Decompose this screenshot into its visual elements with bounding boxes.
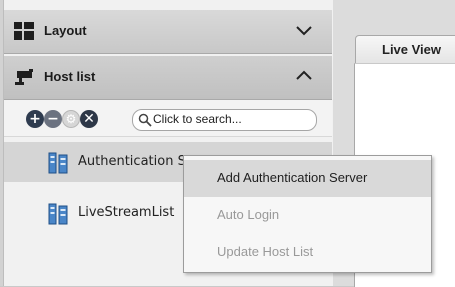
camera-icon	[15, 69, 33, 85]
app-window: Layout Host list + − ⚙ ✕ Click to search…	[0, 0, 455, 287]
layout-section-label: Layout	[44, 23, 87, 38]
host-list-section-label: Host list	[44, 69, 96, 84]
grid-icon	[14, 22, 34, 40]
menu-item-update-host-list[interactable]: Update Host List	[184, 234, 431, 271]
close-icon[interactable]: ✕	[80, 110, 98, 128]
server-icon	[48, 203, 68, 225]
search-icon	[138, 113, 152, 127]
tab-label: Live View	[382, 42, 442, 57]
chevron-down-icon[interactable]	[296, 24, 312, 36]
layout-section-header[interactable]: Layout	[4, 10, 332, 54]
menu-item-auto-login[interactable]: Auto Login	[184, 197, 431, 234]
menu-item-add-authentication-server[interactable]: Add Authentication Server	[184, 160, 431, 197]
gear-icon[interactable]: ⚙	[62, 110, 80, 128]
menu-item-label: Auto Login	[217, 207, 280, 222]
plus-icon[interactable]: +	[26, 110, 44, 128]
menu-item-label: Add Authentication Server	[217, 170, 368, 185]
host-list-toolbar: + − ⚙ ✕	[4, 100, 332, 137]
menu-item-label: Update Host List	[217, 244, 314, 259]
search-input[interactable]	[153, 111, 308, 127]
host-list-section-header[interactable]: Host list	[4, 56, 332, 100]
context-menu: Add Authentication Server Auto Login Upd…	[183, 155, 432, 273]
server-icon	[48, 152, 68, 174]
tree-item-label: LiveStreamList	[78, 205, 175, 220]
minus-icon[interactable]: −	[44, 110, 62, 128]
chevron-up-icon[interactable]	[296, 70, 312, 82]
tab-live-view[interactable]: Live View	[355, 35, 455, 64]
search-field[interactable]	[132, 109, 317, 131]
